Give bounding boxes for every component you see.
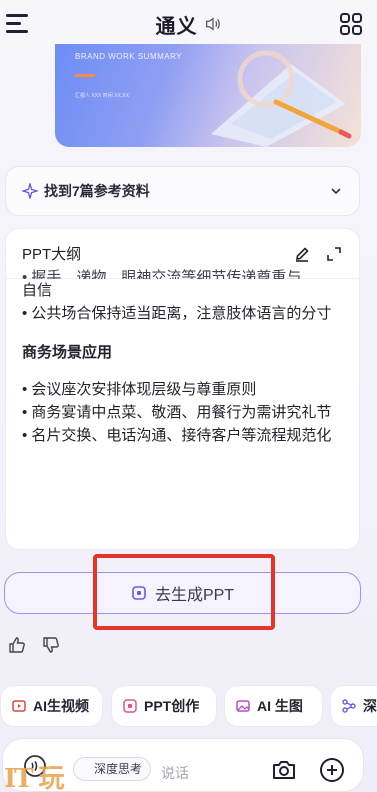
references-collapsible[interactable]: 找到7篇参考资料	[5, 166, 360, 216]
outline-line: • 名片交换、电话沟通、接待客户等流程规范化	[22, 427, 332, 444]
chip-ai-video[interactable]: AI生视频	[0, 685, 103, 727]
outline-line: • 公共场合保持适当距离，注意肢体语言的分寸	[22, 305, 332, 322]
grid-apps-icon[interactable]	[339, 12, 363, 36]
deep-think-toggle[interactable]: 深度思考	[73, 757, 152, 781]
banner-heading: BRAND WORK SUMMARY	[75, 52, 183, 61]
highlight-box	[93, 554, 275, 630]
top-bar: 通义	[0, 0, 377, 48]
chip-deep[interactable]: 深	[330, 685, 377, 727]
thumbs-down-icon[interactable]	[42, 636, 60, 654]
outline-line: • 会议座次安排体现层级与尊重原则	[22, 381, 257, 398]
outline-section-heading: 商务场景应用	[22, 344, 113, 361]
image-icon	[236, 700, 250, 712]
chevron-down-icon[interactable]	[329, 184, 343, 198]
watermark: IT 玩	[4, 764, 65, 792]
chip-label: PPT创作	[144, 698, 200, 714]
speaker-icon[interactable]	[204, 15, 222, 33]
quick-action-row: AI生视频 PPT创作 AI 生图 深	[0, 685, 377, 727]
ppt-outline-card: PPT大纲 • 握手、递物、眼神交流等细节传递尊重与 自信 • 公共场合保持适当…	[5, 228, 360, 550]
ppt-icon	[123, 699, 137, 713]
chip-ppt-create[interactable]: PPT创作	[111, 685, 217, 727]
sparkle-icon	[22, 183, 38, 199]
chip-label: 深	[363, 698, 377, 714]
title-area: 通义	[156, 10, 222, 39]
desk-illustration	[211, 50, 352, 147]
banner-meta: 汇报人 XXX 时间 XX.XX	[75, 93, 129, 99]
add-icon[interactable]	[319, 757, 345, 783]
chip-ai-image[interactable]: AI 生图	[224, 685, 323, 727]
page-title: 通义	[155, 15, 198, 38]
camera-icon[interactable]	[271, 757, 297, 783]
chip-label: AI生视频	[33, 698, 89, 714]
input-placeholder[interactable]: 说话	[161, 763, 189, 783]
outline-content: • 握手、递物、眼神交流等细节传递尊重与 自信 • 公共场合保持适当距离，注意肢…	[22, 269, 347, 447]
references-label: 找到7篇参考资料	[44, 183, 150, 199]
outline-line: • 商务宴请中点菜、敬酒、用餐行为需讲究礼节	[22, 404, 332, 421]
outline-title: PPT大纲	[22, 246, 82, 263]
chip-label: AI 生图	[257, 698, 303, 714]
expand-icon[interactable]	[325, 245, 343, 263]
menu-icon[interactable]	[6, 12, 32, 36]
nodes-icon	[342, 699, 356, 713]
ppt-preview-banner[interactable]: BRAND WORK SUMMARY 汇报人 XXX 时间 XX.XX	[55, 44, 361, 147]
deep-think-label: 深度思考	[94, 762, 143, 776]
outline-line: 自信	[22, 282, 53, 299]
thumbs-up-icon[interactable]	[8, 636, 26, 654]
banner-accent-bar	[75, 74, 95, 77]
outline-cut-line: • 握手、递物、眼神交流等细节传递尊重与	[22, 269, 302, 279]
video-icon	[12, 700, 26, 712]
edit-icon[interactable]	[293, 245, 311, 263]
